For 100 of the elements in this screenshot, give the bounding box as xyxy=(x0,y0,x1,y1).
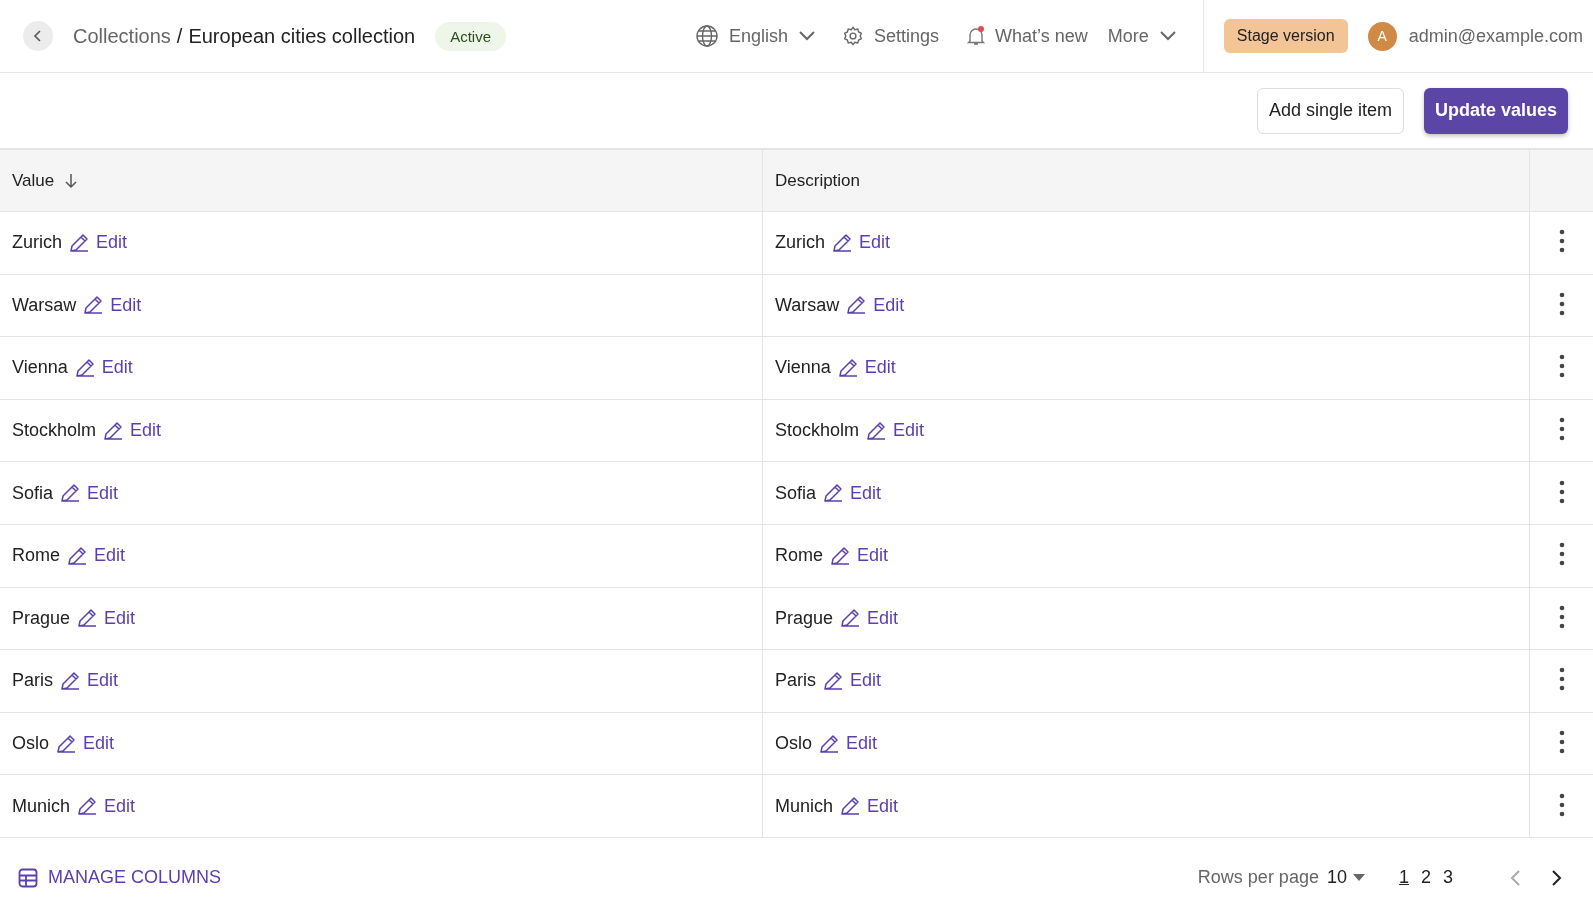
cell-text: Paris xyxy=(12,670,53,692)
more-vertical-icon xyxy=(1558,354,1565,379)
cell-text: Rome xyxy=(12,545,60,567)
more-vertical-icon xyxy=(1558,604,1565,629)
breadcrumb-separator: / xyxy=(176,24,183,48)
edit-link[interactable]: Edit xyxy=(839,607,899,630)
page-button[interactable]: 3 xyxy=(1439,865,1457,891)
edit-link[interactable]: Edit xyxy=(822,669,882,692)
edit-link[interactable]: Edit xyxy=(68,231,128,254)
back-button[interactable] xyxy=(23,21,53,51)
pencil-icon xyxy=(68,231,90,254)
cell-text: Munich xyxy=(775,795,834,817)
pencil-icon xyxy=(839,607,862,630)
pencil-icon xyxy=(55,732,77,755)
globe-icon xyxy=(695,24,719,48)
cell-text: Munich xyxy=(12,795,71,817)
pencil-icon xyxy=(822,669,844,692)
chevron-right-icon xyxy=(1551,868,1563,887)
column-header[interactable]: Value xyxy=(0,150,763,212)
edit-link[interactable]: Edit xyxy=(76,795,136,818)
cell-text: Stockholm xyxy=(12,420,97,442)
edit-link[interactable]: Edit xyxy=(59,482,119,505)
rows-per-page-label: Rows per page xyxy=(1197,867,1319,889)
pencil-icon xyxy=(831,231,853,254)
cell-text: Sofia xyxy=(12,482,54,504)
cell-text: Oslo xyxy=(12,733,49,755)
cell-text: Prague xyxy=(775,607,834,629)
page-title: European cities collection xyxy=(188,24,416,48)
cell-text: Paris xyxy=(775,670,816,692)
cell-text: Zurich xyxy=(12,232,62,254)
edit-link[interactable]: Edit xyxy=(76,607,136,630)
cell-text: Warsaw xyxy=(775,294,840,316)
whats-new-button[interactable]: What’s new xyxy=(965,25,1088,47)
column-header[interactable]: Description xyxy=(762,150,1530,212)
settings-icon xyxy=(842,25,865,47)
more-vertical-icon xyxy=(1558,479,1565,504)
language-menu[interactable]: English xyxy=(695,24,817,48)
edit-link[interactable]: Edit xyxy=(822,482,882,505)
manage-columns-button[interactable]: MANAGE COLUMNS xyxy=(18,867,222,889)
breadcrumb-link[interactable]: Collections xyxy=(73,24,171,48)
more-vertical-icon xyxy=(1558,667,1565,692)
pencil-icon xyxy=(818,732,840,755)
pencil-icon xyxy=(76,795,99,818)
pencil-icon xyxy=(102,419,125,442)
edit-link[interactable]: Edit xyxy=(818,732,878,755)
update-values-button[interactable]: Update values xyxy=(1423,87,1568,134)
more-vertical-icon xyxy=(1558,291,1565,316)
edit-link[interactable]: Edit xyxy=(82,294,142,317)
pencil-icon xyxy=(59,669,81,692)
pencil-icon xyxy=(59,482,82,505)
pencil-icon xyxy=(829,544,851,567)
edit-link[interactable]: Edit xyxy=(839,795,899,818)
cell-text: Vienna xyxy=(12,357,68,379)
edit-link[interactable]: Edit xyxy=(73,357,133,379)
more-vertical-icon xyxy=(1558,730,1565,755)
pencil-icon xyxy=(845,294,868,317)
edit-link[interactable]: Edit xyxy=(102,419,162,442)
pencil-icon xyxy=(73,357,96,379)
pencil-icon xyxy=(865,419,888,442)
edit-link[interactable]: Edit xyxy=(831,231,891,254)
page-button[interactable]: 2 xyxy=(1416,865,1435,891)
edit-link[interactable]: Edit xyxy=(55,732,115,755)
pencil-icon xyxy=(76,607,99,630)
edit-link[interactable]: Edit xyxy=(845,294,905,317)
edit-link[interactable]: Edit xyxy=(836,357,896,379)
pencil-icon xyxy=(82,294,105,317)
cell-text: Rome xyxy=(775,545,823,567)
cell-text: Zurich xyxy=(775,232,825,254)
chevron-down-icon xyxy=(798,30,817,42)
more-vertical-icon xyxy=(1558,542,1565,567)
chevron-down-icon xyxy=(1158,30,1177,42)
status-badge: Active xyxy=(435,21,507,51)
caret-down-icon xyxy=(1352,873,1365,882)
sort-down-icon xyxy=(64,172,79,189)
more-menu[interactable]: More xyxy=(1107,25,1177,47)
edit-link[interactable]: Edit xyxy=(66,544,126,567)
more-vertical-icon xyxy=(1558,417,1565,442)
edit-link[interactable]: Edit xyxy=(829,544,889,567)
cell-text: Oslo xyxy=(775,733,812,755)
settings-button[interactable]: Settings xyxy=(842,25,940,47)
cell-text: Sofia xyxy=(775,482,817,504)
cell-text: Warsaw xyxy=(12,294,77,316)
pencil-icon xyxy=(822,482,845,505)
pencil-icon xyxy=(836,357,859,379)
add-item-button[interactable]: Add single item xyxy=(1256,87,1404,134)
table-icon xyxy=(18,867,38,888)
rows-per-page-select[interactable]: 10 xyxy=(1326,867,1365,889)
page-button[interactable]: 1 xyxy=(1394,865,1413,891)
pencil-icon xyxy=(66,544,88,567)
stage-version-button[interactable]: Stage version xyxy=(1223,19,1348,53)
cell-text: Vienna xyxy=(775,357,831,379)
cell-text: Stockholm xyxy=(775,420,860,442)
chevron-left-icon xyxy=(1509,868,1521,887)
pencil-icon xyxy=(839,795,862,818)
more-vertical-icon xyxy=(1558,229,1565,254)
user-email[interactable]: admin@example.com xyxy=(1408,25,1583,47)
edit-link[interactable]: Edit xyxy=(59,669,119,692)
more-vertical-icon xyxy=(1558,792,1565,817)
cell-text: Prague xyxy=(12,607,71,629)
edit-link[interactable]: Edit xyxy=(865,419,925,442)
